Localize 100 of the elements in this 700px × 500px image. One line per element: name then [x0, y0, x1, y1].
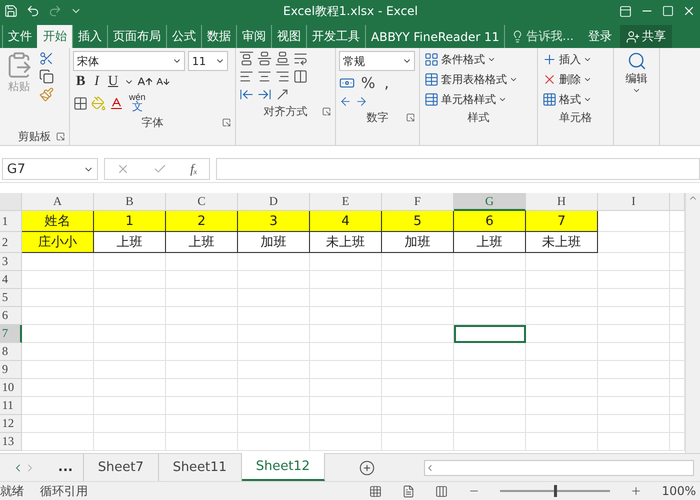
table-cell — [166, 397, 238, 415]
row-header[interactable]: 12 — [0, 415, 22, 433]
orientation-icon[interactable] — [275, 87, 290, 102]
cells-menu-button[interactable]: 格式 — [541, 91, 610, 108]
fill-color-icon[interactable] — [91, 96, 106, 110]
dialog-launcher-icon[interactable] — [222, 118, 231, 127]
undo-icon[interactable] — [26, 4, 40, 18]
merge-icon[interactable] — [293, 69, 308, 84]
increase-decimal-icon[interactable] — [355, 95, 368, 108]
table-cell — [166, 325, 238, 343]
row-header[interactable]: 4 — [0, 271, 22, 289]
row-header[interactable]: 10 — [0, 379, 22, 397]
table-cell — [598, 211, 670, 232]
row-header[interactable]: 8 — [0, 343, 22, 361]
column-header[interactable]: B — [94, 193, 166, 211]
group-label: 样式 — [468, 110, 490, 124]
table-cell — [310, 397, 382, 415]
ribbon-display-icon[interactable] — [619, 4, 632, 18]
decrease-indent-icon[interactable] — [239, 87, 254, 102]
share-button[interactable]: 共享 — [620, 25, 672, 48]
align-bottom-icon[interactable] — [275, 51, 290, 66]
editing-button[interactable]: 编辑 — [617, 51, 656, 95]
name-box[interactable]: G7 — [2, 158, 98, 180]
row-header[interactable]: 11 — [0, 397, 22, 415]
row-header[interactable]: 5 — [0, 289, 22, 307]
horizontal-scrollbar[interactable] — [424, 460, 694, 476]
insert-function-button[interactable]: fₓ — [190, 161, 198, 177]
column-header[interactable]: I — [598, 193, 670, 211]
align-center-icon[interactable] — [257, 69, 272, 84]
font-style-button[interactable]: B — [73, 74, 88, 90]
normal-view-icon[interactable] — [368, 484, 382, 498]
align-middle-icon[interactable] — [257, 51, 272, 66]
phonetic-button[interactable]: wén 文 — [127, 93, 148, 113]
increase-indent-icon[interactable] — [257, 87, 272, 102]
styles-menu-button[interactable]: 套用表格格式 — [423, 71, 534, 88]
zoom-level[interactable]: 100% — [662, 484, 700, 498]
font-name-field[interactable]: 宋体 — [73, 51, 185, 71]
dialog-launcher-icon[interactable] — [56, 132, 65, 141]
row-header[interactable]: 13 — [0, 433, 22, 451]
zoom-thumb[interactable] — [554, 485, 557, 497]
styles-menu-button[interactable]: 条件格式 — [423, 51, 534, 68]
save-icon[interactable] — [4, 4, 18, 18]
dialog-launcher-icon[interactable] — [322, 107, 331, 116]
column-header[interactable]: F — [382, 193, 454, 211]
borders-icon[interactable] — [73, 96, 88, 110]
column-header[interactable]: E — [310, 193, 382, 211]
maximize-icon[interactable] — [662, 5, 674, 17]
font-color-icon[interactable] — [109, 96, 124, 110]
align-top-icon[interactable] — [239, 51, 254, 66]
vertical-scrollbar[interactable] — [685, 193, 700, 453]
page-break-icon[interactable] — [434, 484, 448, 498]
decrease-decimal-icon[interactable] — [339, 95, 352, 108]
number-format-button[interactable]: , — [381, 74, 392, 92]
row-header[interactable]: 6 — [0, 307, 22, 325]
selected-cell[interactable] — [454, 325, 526, 343]
font-style-button[interactable]: I — [91, 74, 102, 90]
align-right-icon[interactable] — [275, 69, 290, 84]
wrap-text-icon[interactable] — [293, 51, 308, 66]
font-size-field[interactable]: 11 — [188, 51, 228, 71]
caret-icon — [487, 55, 496, 64]
table-cell — [166, 253, 238, 271]
row-header[interactable]: 7 — [0, 325, 22, 343]
scissors-icon[interactable] — [39, 51, 54, 66]
row-header[interactable]: 2 — [0, 232, 22, 253]
ribbon-tab[interactable]: 开始 — [37, 25, 72, 48]
styles-menu-button[interactable]: 单元格样式 — [423, 91, 534, 108]
table-cell — [238, 253, 310, 271]
align-left-icon[interactable] — [239, 69, 254, 84]
page-layout-icon[interactable] — [402, 484, 415, 498]
table-cell — [94, 325, 166, 343]
group-label: 对齐方式 — [264, 104, 308, 118]
table-cell — [22, 307, 94, 325]
number-format-field[interactable]: 常规 — [339, 51, 415, 71]
column-header[interactable]: H — [526, 193, 598, 211]
sign-in-link[interactable]: 登录 — [580, 25, 620, 48]
dialog-launcher-icon[interactable] — [406, 113, 415, 122]
font-style-button[interactable]: U — [105, 74, 122, 90]
column-header[interactable]: C — [166, 193, 238, 211]
cells-menu-button[interactable]: 插入 — [541, 51, 610, 68]
table-cell — [166, 415, 238, 433]
close-icon[interactable] — [682, 4, 696, 18]
row-header[interactable]: 1 — [0, 211, 22, 232]
table-icon — [424, 52, 439, 67]
column-header[interactable]: G — [454, 193, 526, 211]
zoom-in-icon[interactable] — [630, 485, 642, 497]
sheet-tab[interactable]: Sheet12 — [242, 453, 325, 481]
user-plus-icon — [626, 30, 640, 44]
formula-input[interactable] — [216, 158, 700, 180]
table-cell — [310, 253, 382, 271]
number-format-button[interactable]: % — [358, 74, 378, 92]
table-cell — [382, 289, 454, 307]
row-header[interactable]: 3 — [0, 253, 22, 271]
copy-icon[interactable] — [39, 69, 54, 84]
table-cell — [526, 361, 598, 379]
column-header[interactable]: D — [238, 193, 310, 211]
group-label: 剪贴板 — [18, 128, 51, 144]
table-cell — [22, 397, 94, 415]
cells-menu-button[interactable]: 删除 — [541, 71, 610, 88]
row-header[interactable]: 9 — [0, 361, 22, 379]
column-header[interactable]: A — [22, 193, 94, 211]
